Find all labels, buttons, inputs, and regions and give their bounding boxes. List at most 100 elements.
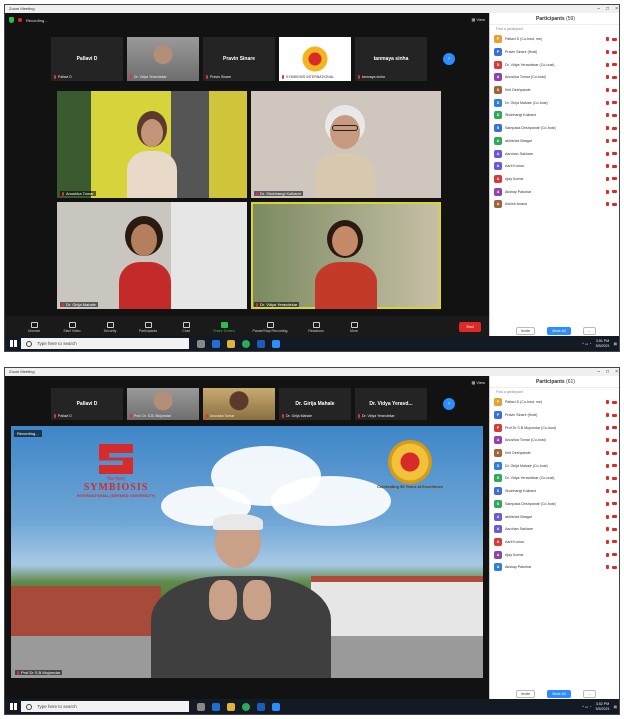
video-off-icon	[612, 489, 617, 493]
strip-tile[interactable]: Anushka Tomar	[203, 388, 275, 420]
network-icon[interactable]: ^ ▭ ◔	[582, 342, 591, 346]
more-options-button[interactable]: ...	[582, 327, 596, 335]
participant-row[interactable]: A Anushka Tomar (Co-host)	[490, 71, 619, 84]
participant-row[interactable]: P Pravin Sinare (Host)	[490, 409, 619, 422]
participant-search[interactable]: Find a participant	[490, 25, 619, 33]
participant-row[interactable]: P Pallavi D (Co-host, me)	[490, 396, 619, 409]
participant-row[interactable]: S Shubhangi Kulkarni	[490, 485, 619, 498]
view-button[interactable]: ▦ View	[472, 17, 486, 22]
strip-tile[interactable]: Dr. Girija Mahale Dr. Girija Mahale	[279, 388, 351, 420]
next-page-icon[interactable]: ›	[443, 398, 455, 410]
mic-muted-icon	[606, 50, 609, 55]
recording-indicator[interactable]: Recording...	[26, 18, 48, 23]
file-explorer-icon[interactable]	[227, 339, 235, 348]
participant-row[interactable]: A Ajay Kumar	[490, 548, 619, 561]
windows-start-icon[interactable]	[10, 703, 17, 710]
invite-button[interactable]: Invite	[516, 690, 536, 698]
gallery-tile[interactable]: Dr. Girija Mahale	[57, 202, 247, 309]
avatar: A	[494, 563, 502, 572]
participant-row[interactable]: Aabhishek Bhagat	[490, 135, 619, 148]
mute-all-button[interactable]: Mute All	[547, 327, 571, 335]
participant-row[interactable]: D Dr. Girija Mahale (Co-host)	[490, 96, 619, 109]
gallery-tile-active-speaker[interactable]: Dr. Vidya Yeravdekar	[251, 202, 441, 309]
taskbar-search-input[interactable]: Type here to search	[21, 701, 189, 712]
strip-tile[interactable]: Pravin Sinare Pravin Sinare	[203, 37, 275, 81]
word-icon[interactable]	[257, 702, 265, 711]
chrome-icon[interactable]	[242, 339, 250, 348]
participant-row[interactable]: A Akshay Paturkar	[490, 185, 619, 198]
strip-tile[interactable]: Pallavi D Pallavi D	[51, 37, 123, 81]
chat-button[interactable]: Chat	[167, 321, 205, 333]
unmute-button[interactable]: Unmute	[15, 321, 53, 333]
participant-row[interactable]: S Sampada Deshpande (Co-host)	[490, 122, 619, 135]
start-video-button[interactable]: Start Video	[53, 321, 91, 333]
participant-search[interactable]: Find a participant	[490, 388, 619, 396]
gallery-tile[interactable]: Dr. Shubhangi Kulkarni	[251, 91, 441, 198]
chrome-icon[interactable]	[242, 702, 250, 711]
strip-tile[interactable]: SYMBIOSIS INTERNATIONAL	[279, 37, 351, 81]
pause-stop-recording-button[interactable]: Pause/Stop Recording	[243, 321, 297, 333]
strip-tile[interactable]: Prof. Dr. S.B. Mujumdar	[127, 388, 199, 420]
participant-row[interactable]: D Dr. Girija Mahale (Co-host)	[490, 459, 619, 472]
participant-row[interactable]: D Shubhangi Kulkarni	[490, 109, 619, 122]
minimize-icon[interactable]: –	[597, 5, 600, 13]
share-screen-button[interactable]: Share Screen	[205, 321, 243, 333]
participant-row[interactable]: D Dr. Vidya Yeravdekar (Co-host)	[490, 472, 619, 485]
task-view-icon[interactable]	[197, 702, 205, 711]
maximize-icon[interactable]: □	[606, 368, 609, 376]
mute-all-button[interactable]: Mute All	[547, 690, 571, 698]
more-options-button[interactable]: ...	[582, 690, 596, 698]
participant-row[interactable]: K Kirti Deshpande	[490, 447, 619, 460]
edge-icon[interactable]	[212, 339, 220, 348]
participant-row[interactable]: P Prof Dr S.B Mujumdar (Co-host)	[490, 421, 619, 434]
participant-row[interactable]: A Aarohan Sakhare	[490, 147, 619, 160]
participant-row[interactable]: P Pallavi D (Co-host, me)	[490, 33, 619, 46]
recording-indicator[interactable]: Recording...	[14, 430, 42, 437]
taskbar-clock[interactable]: 3:51 PM 5/5/2021	[596, 339, 610, 349]
participant-row[interactable]: A Aarti Kumar	[490, 536, 619, 549]
taskbar-search-input[interactable]: Type here to search	[21, 338, 189, 349]
notification-icon[interactable]: ▤	[614, 705, 617, 709]
strip-tile[interactable]: Dr. Vidya Yeravdekar	[127, 37, 199, 81]
taskbar-clock[interactable]: 3:52 PM 5/5/2021	[596, 702, 610, 712]
windows-start-icon[interactable]	[10, 340, 17, 347]
security-button[interactable]: Security	[91, 321, 129, 333]
next-page-icon[interactable]: ›	[443, 53, 455, 65]
participant-row[interactable]: A Ajay Kumar	[490, 173, 619, 186]
participant-row[interactable]: A Anushka Tomar (Co-host)	[490, 434, 619, 447]
close-icon[interactable]: ×	[615, 368, 618, 376]
participant-row[interactable]: A Aarti Kumar	[490, 160, 619, 173]
notification-icon[interactable]: ▤	[614, 342, 617, 346]
strip-tile[interactable]: Pallavi D Pallavi D	[51, 388, 123, 420]
zoom-app-icon[interactable]	[272, 702, 280, 711]
zoom-app-icon[interactable]	[272, 339, 280, 348]
task-view-icon[interactable]	[197, 339, 205, 348]
participant-row[interactable]: D Dr. Vidya Yeravdekar (Co-host)	[490, 58, 619, 71]
edge-icon[interactable]	[212, 702, 220, 711]
minimize-icon[interactable]: –	[597, 368, 600, 376]
maximize-icon[interactable]: □	[606, 5, 609, 13]
participant-row[interactable]: A Ashish Anand	[490, 198, 619, 211]
participant-row[interactable]: K Kirti Deshpande	[490, 84, 619, 97]
active-speaker-video[interactable]: विद्या विश्वम् SYMBIOSIS INTERNATIONAL (…	[11, 426, 483, 678]
network-icon[interactable]: ^ ▭ ◔	[582, 705, 591, 709]
strip-tile[interactable]: tanmaya sinha tanmaya sinha	[355, 37, 427, 81]
end-meeting-button[interactable]: End	[459, 322, 481, 332]
strip-tile[interactable]: Dr. Vidya Yeravd... Dr. Vidya Yeravdekar	[355, 388, 427, 420]
participant-row[interactable]: P Pravin Sinare (Host)	[490, 46, 619, 59]
shield-icon[interactable]	[9, 17, 14, 23]
invite-button[interactable]: Invite	[516, 327, 536, 335]
participants-button[interactable]: Participants	[129, 321, 167, 333]
participant-row[interactable]: S Sampada Deshpande (Co-host)	[490, 498, 619, 511]
reactions-button[interactable]: Reactions	[297, 321, 335, 333]
gallery-tile[interactable]: Anushka Tomar	[57, 91, 247, 198]
participant-row[interactable]: A Akshay Paturkar	[490, 561, 619, 574]
word-icon[interactable]	[257, 339, 265, 348]
participant-row[interactable]: A Aarohan Sakhare	[490, 523, 619, 536]
close-icon[interactable]: ×	[615, 5, 618, 13]
more-button[interactable]: More	[335, 321, 373, 333]
file-explorer-icon[interactable]	[227, 702, 235, 711]
view-button[interactable]: ▦ View	[472, 380, 486, 385]
participant-row[interactable]: Aabhishek Bhagat	[490, 510, 619, 523]
mic-muted-icon	[606, 202, 609, 207]
